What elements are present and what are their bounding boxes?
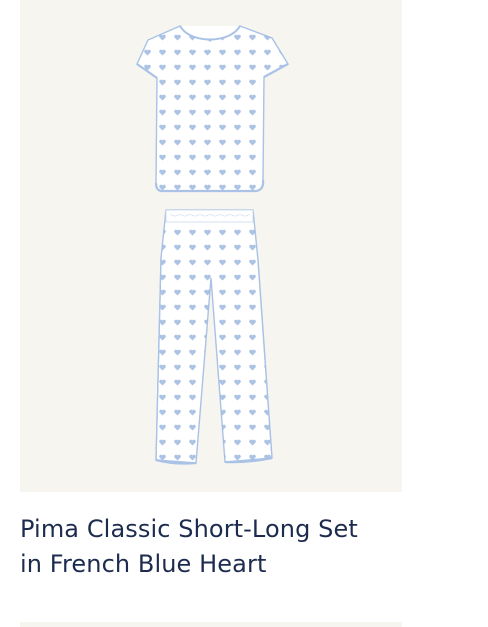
product-title[interactable]: Pima Classic Short-Long Set in French Bl… (20, 512, 402, 582)
pajama-pants (155, 209, 273, 465)
product-image[interactable] (20, 0, 402, 492)
pajama-set-image (136, 25, 289, 465)
product-card[interactable]: Pima Classic Short-Long Set in French Bl… (20, 0, 402, 578)
product-title-line-1: Pima Classic Short-Long Set (20, 515, 358, 543)
product-title-line-2: in French Blue Heart (20, 550, 267, 578)
next-product-card-edge (20, 622, 402, 627)
pajama-top (136, 25, 289, 193)
